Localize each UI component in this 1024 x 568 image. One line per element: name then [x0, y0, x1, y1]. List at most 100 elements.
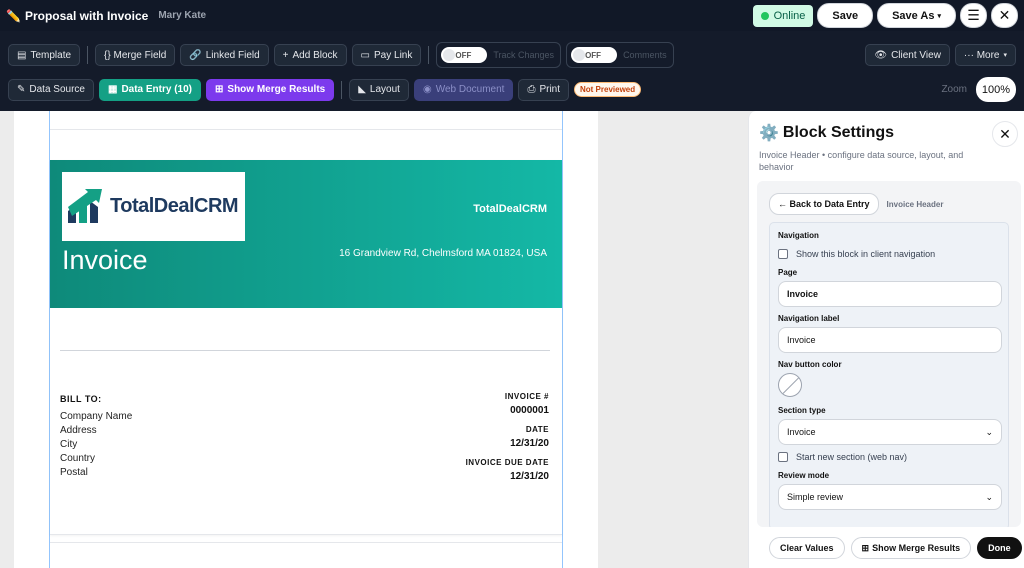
- panel-header: ⚙️ Block Settings Invoice Header • confi…: [759, 123, 989, 173]
- comments-toggle[interactable]: OFF: [571, 47, 618, 63]
- close-panel-button[interactable]: ✕: [992, 121, 1018, 147]
- section-type-select[interactable]: Invoice ⌄: [778, 419, 1002, 445]
- notepad-icon: ▦: [107, 84, 118, 95]
- data-source-button[interactable]: ✎ Data Source: [8, 78, 94, 101]
- bill-to-line: Country: [60, 453, 96, 464]
- save-as-button[interactable]: Save As ▾: [877, 3, 956, 28]
- link-icon: 🔗: [189, 49, 202, 61]
- document-title-area[interactable]: ✏️ Proposal with Invoice Mary Kate: [6, 9, 206, 23]
- layout-button[interactable]: ◣ Layout: [349, 78, 409, 101]
- track-changes-toggle-group: OFF Track Changes: [436, 42, 562, 68]
- invoice-divider: [60, 350, 550, 351]
- clear-values-button[interactable]: Clear Values: [769, 537, 845, 559]
- document-canvas: TotalDealCRM Invoice TotalDealCRM 16 Gra…: [0, 111, 740, 568]
- nav-label-input[interactable]: Invoice: [778, 327, 1002, 353]
- navigation-section-label: Navigation: [778, 231, 819, 240]
- invoice-date: 12/31/20: [510, 438, 549, 449]
- back-to-data-entry-button[interactable]: ← Back to Data Entry: [769, 193, 879, 215]
- panel-body: ← Back to Data Entry Invoice Header Navi…: [757, 181, 1021, 527]
- review-mode-label: Review mode: [778, 471, 830, 480]
- credit-card-icon: ▭: [360, 49, 370, 61]
- close-icon: ✕: [998, 7, 1011, 23]
- online-status: Online: [752, 4, 814, 27]
- track-changes-label: Track Changes: [493, 50, 555, 60]
- template-label: Template: [30, 49, 72, 61]
- invoice-number-label: INVOICE #: [504, 392, 549, 401]
- layout-label: Layout: [369, 84, 400, 95]
- preview-status-badge: Not Previewed: [574, 82, 642, 97]
- show-in-nav-option[interactable]: Show this block in client navigation: [778, 249, 935, 259]
- bill-to-line: City: [60, 439, 78, 450]
- print-button[interactable]: ⎙ Print: [518, 78, 569, 101]
- logo-wordmark: TotalDealCRM: [110, 195, 239, 217]
- page-input[interactable]: Invoice: [778, 281, 1002, 307]
- track-changes-toggle[interactable]: OFF: [441, 47, 488, 63]
- linked-field-label: Linked Field: [205, 49, 260, 61]
- merge-field-button[interactable]: {} Merge Field: [95, 44, 176, 66]
- panel-show-merge-results-button[interactable]: ⊞ Show Merge Results: [850, 537, 972, 559]
- printer-icon: ⎙: [527, 84, 536, 95]
- template-icon: ▤: [17, 49, 27, 61]
- chart-arrow-icon: [68, 188, 102, 223]
- toolbar-divider: [428, 46, 430, 64]
- panel-subtitle: Invoice Header • configure data source, …: [759, 150, 964, 172]
- toolbar-divider: [87, 46, 89, 64]
- editor-toolbar: ▤ Template {} Merge Field 🔗 Linked Field…: [0, 31, 1024, 111]
- linked-field-button[interactable]: 🔗 Linked Field: [180, 44, 269, 66]
- show-in-nav-checkbox[interactable]: [778, 249, 788, 259]
- globe-icon: ◉: [422, 84, 432, 95]
- block-divider: [50, 542, 562, 543]
- add-block-label: Add Block: [292, 49, 338, 61]
- menu-button[interactable]: ☰: [960, 3, 987, 28]
- pay-link-button[interactable]: ▭ Pay Link: [351, 44, 422, 66]
- close-icon: ✕: [999, 125, 1011, 142]
- start-new-section-label: Start new section (web nav): [796, 452, 908, 462]
- web-document-button[interactable]: ◉ Web Document: [413, 78, 514, 101]
- merge-icon: ⊞: [861, 542, 870, 553]
- invoice-company-name: TotalDealCRM: [473, 203, 547, 215]
- close-editor-button[interactable]: ✕: [991, 3, 1018, 28]
- block-settings-panel: ⚙️ Block Settings Invoice Header • confi…: [748, 111, 1024, 568]
- template-button[interactable]: ▤ Template: [8, 44, 81, 66]
- panel-show-merge-results-label: Show Merge Results: [872, 543, 961, 553]
- invoice-date-label: DATE: [525, 425, 549, 434]
- start-new-section-checkbox[interactable]: [778, 452, 788, 462]
- nav-color-picker[interactable]: [778, 373, 802, 397]
- save-button[interactable]: Save: [817, 3, 874, 28]
- review-mode-value: Simple review: [787, 492, 844, 502]
- status-dot-icon: [760, 11, 769, 20]
- section-type-label: Section type: [778, 406, 826, 415]
- show-in-nav-label: Show this block in client navigation: [796, 249, 936, 259]
- done-button[interactable]: Done: [977, 537, 1022, 559]
- comments-label: Comments: [623, 50, 667, 60]
- client-view-label: Client View: [891, 49, 941, 61]
- data-entry-label: Data Entry (10): [121, 84, 193, 95]
- chevron-down-icon: ▾: [1003, 52, 1007, 59]
- section-type-value: Invoice: [787, 427, 816, 437]
- panel-title-text: Block Settings: [782, 124, 895, 141]
- zoom-input[interactable]: 100%: [976, 77, 1016, 102]
- review-mode-select[interactable]: Simple review ⌄: [778, 484, 1002, 510]
- toolbar-divider: [341, 80, 343, 99]
- page-label: Page: [778, 268, 798, 277]
- bill-to-line: Company Name: [60, 411, 133, 422]
- start-new-section-option[interactable]: Start new section (web nav): [778, 452, 907, 462]
- invoice-company-address: 16 Grandview Rd, Chelmsford MA 01824, US…: [339, 248, 547, 259]
- print-label: Print: [539, 84, 560, 95]
- panel-title: ⚙️ Block Settings: [759, 123, 989, 143]
- client-view-button[interactable]: 👁 Client View: [865, 44, 950, 66]
- chevron-down-icon: ⌄: [985, 426, 993, 437]
- zoom-label: Zoom: [941, 84, 967, 95]
- document-title[interactable]: Proposal with Invoice: [25, 9, 148, 23]
- more-button[interactable]: ··· More ▾: [954, 44, 1016, 66]
- data-entry-button[interactable]: ▦ Data Entry (10): [98, 78, 202, 101]
- merge-icon: ⊞: [215, 84, 224, 95]
- pay-link-label: Pay Link: [374, 49, 413, 61]
- settings-form: Navigation Show this block in client nav…: [769, 222, 1009, 527]
- add-block-button[interactable]: + Add Block: [273, 44, 347, 66]
- chevron-down-icon: ▾: [937, 12, 941, 20]
- show-merge-results-button[interactable]: ⊞ Show Merge Results: [206, 78, 335, 101]
- gear-icon: ⚙️: [759, 125, 779, 142]
- document-page: TotalDealCRM Invoice TotalDealCRM 16 Gra…: [14, 111, 598, 568]
- invoice-header-block[interactable]: TotalDealCRM Invoice TotalDealCRM 16 Gra…: [50, 160, 562, 535]
